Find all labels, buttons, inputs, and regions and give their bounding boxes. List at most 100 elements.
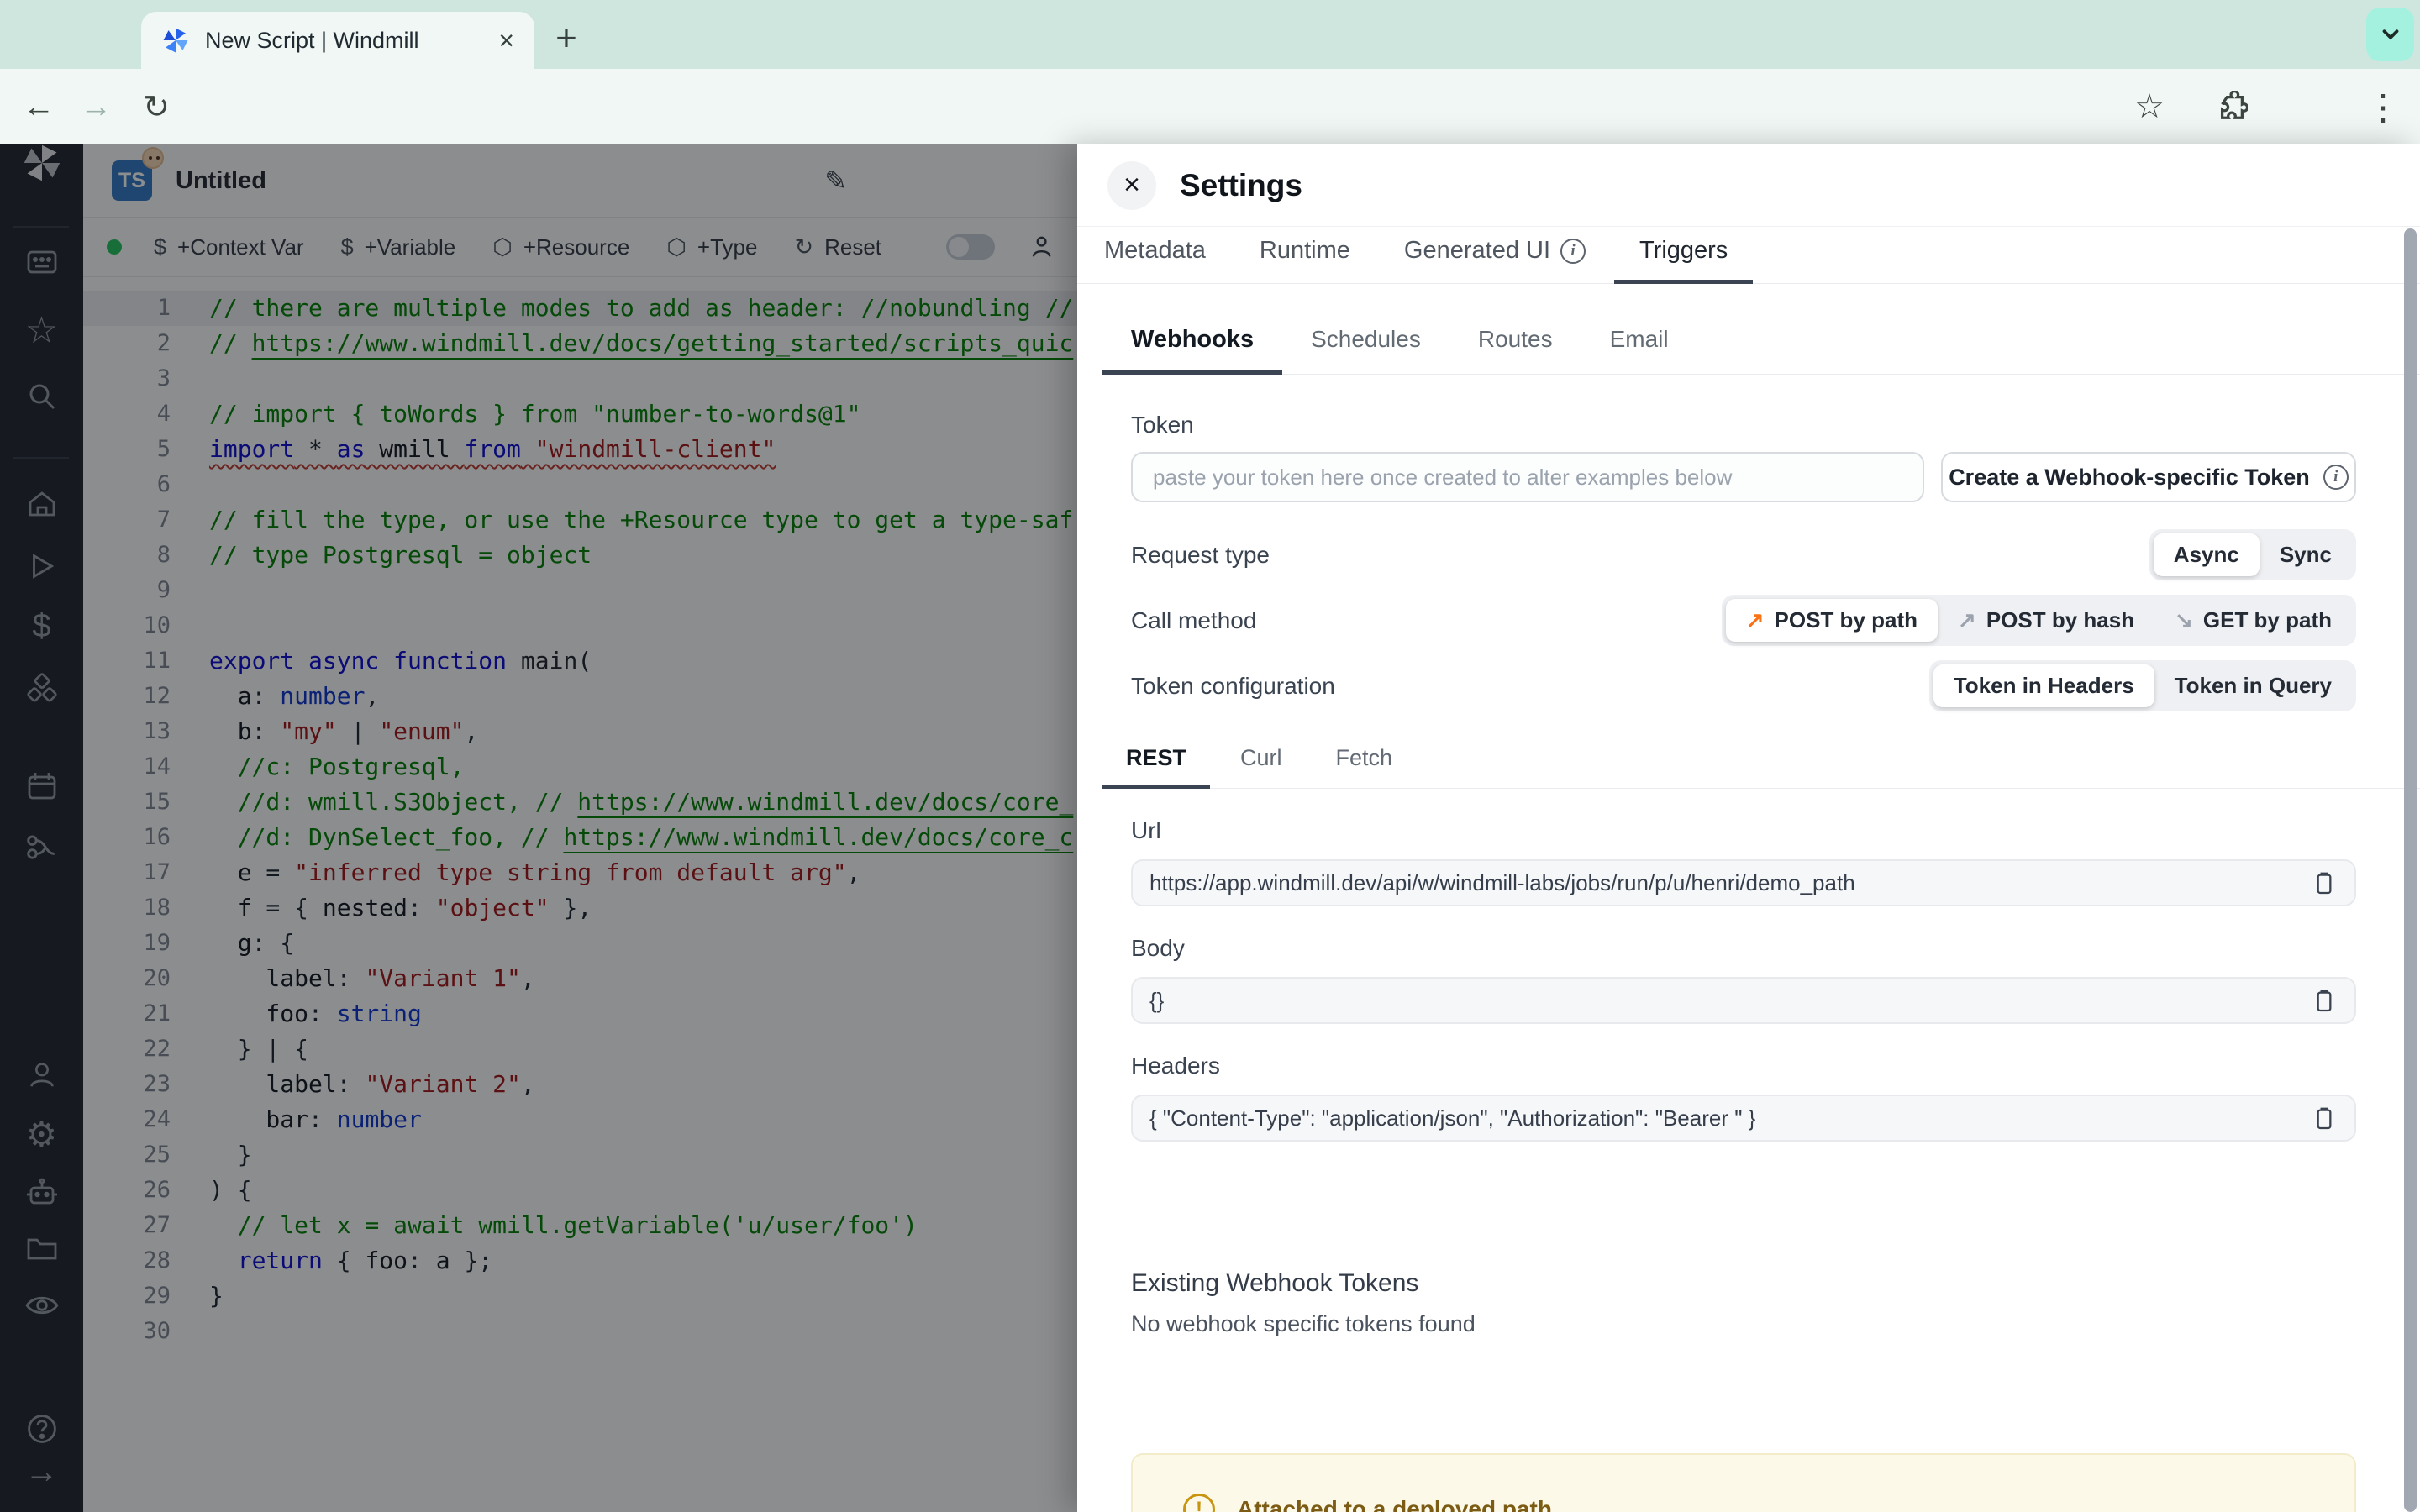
tab-label: Fetch: [1335, 745, 1393, 770]
token-config-toggle: Token in Headers Token in Query: [1928, 660, 2356, 711]
app-frame: ☆ $ ⚙ → TS Untitled ✎ $ +Context Var $ +…: [0, 144, 2420, 1512]
reload-icon[interactable]: ↻: [131, 69, 182, 144]
tab-curl[interactable]: Curl: [1217, 745, 1306, 788]
tab-title: New Script | Windmill: [205, 27, 419, 53]
call-method-row: Call method ↗ POST by path ↗ POST by hash ↘ G…: [1131, 595, 2356, 646]
deployed-path-warning: ! Attached to a deployed path The webhoo…: [1131, 1453, 2356, 1512]
tab-runtime[interactable]: Runtime: [1234, 237, 1376, 283]
tab-metadata[interactable]: Metadata: [1079, 237, 1231, 283]
clipboard-icon[interactable]: [2311, 869, 2338, 896]
tab-close-icon[interactable]: ×: [498, 27, 514, 54]
drawer-title: Settings: [1180, 167, 1302, 202]
segment-label: GET by path: [2202, 607, 2332, 633]
segment-label: Token in Query: [2174, 673, 2332, 698]
segment-label: POST by hash: [1986, 607, 2135, 633]
browser-tabstrip: New Script | Windmill × +: [0, 0, 2420, 69]
field-url[interactable]: https://app.windmill.dev/api/w/windmill-…: [1131, 859, 2356, 906]
arrow-icon: ↘: [2175, 607, 2193, 633]
info-icon: i: [2323, 465, 2349, 490]
field-label-body: Body: [1131, 935, 1185, 961]
subtab-schedules[interactable]: Schedules: [1282, 326, 1449, 374]
segment-token-in-query[interactable]: Token in Query: [2154, 664, 2352, 707]
tab-label: Generated UI: [1403, 237, 1551, 264]
info-icon: i: [1560, 238, 1586, 264]
segment-label: Token in Headers: [1953, 673, 2134, 698]
windmill-favicon-icon: [163, 28, 188, 53]
modal-dim-overlay[interactable]: [0, 144, 1077, 1512]
segment-get-by-path[interactable]: ↘ GET by path: [2154, 599, 2352, 642]
menu-kebab-icon[interactable]: ⋮: [2358, 69, 2408, 144]
tab-triggers[interactable]: Triggers: [1614, 237, 1754, 284]
subtab-webhooks[interactable]: Webhooks: [1102, 326, 1283, 375]
warning-header: ! Attached to a deployed path: [1183, 1494, 2321, 1512]
call-method-label: Call method: [1131, 606, 1257, 633]
drawer-header: × Settings: [1077, 144, 2420, 227]
tab-label: Triggers: [1639, 237, 1728, 264]
segment-post-by-hash[interactable]: ↗ POST by hash: [1938, 599, 2154, 642]
token-config-row: Token configuration Token in Headers Toke…: [1131, 660, 2356, 711]
segment-label: Async: [2173, 542, 2239, 567]
example-code-tabs: REST Curl Fetch: [1102, 745, 2420, 789]
field-headers[interactable]: { "Content-Type": "application/json", "A…: [1131, 1095, 2356, 1142]
token-label: Token: [1131, 412, 1194, 438]
new-tab-button[interactable]: +: [543, 15, 590, 62]
field-value: https://app.windmill.dev/api/w/windmill-…: [1150, 869, 1855, 895]
field-body[interactable]: {}: [1131, 977, 2356, 1024]
token-row: Create a Webhook-specific Token i: [1131, 452, 2356, 502]
subtab-routes[interactable]: Routes: [1449, 326, 1581, 374]
segment-post-by-path[interactable]: ↗ POST by path: [1725, 599, 1939, 642]
field-label-url: Url: [1131, 817, 1161, 843]
clipboard-icon[interactable]: [2311, 987, 2338, 1014]
alert-icon: !: [1183, 1494, 1215, 1512]
back-icon[interactable]: ←: [13, 69, 64, 144]
segment-async[interactable]: Async: [2153, 533, 2260, 576]
tab-search-button[interactable]: [2366, 8, 2414, 61]
subtab-email[interactable]: Email: [1581, 326, 1697, 374]
chevron-down-icon: [2382, 29, 2398, 40]
browser-toolbar: ← → ↻ app.windmill.dev/scripts/add#JTdCJ…: [0, 69, 2420, 202]
request-type-label: Request type: [1131, 541, 1270, 568]
close-icon[interactable]: ×: [1107, 160, 1156, 210]
forward-icon[interactable]: →: [71, 69, 121, 144]
tab-generated-ui[interactable]: Generated UI i: [1379, 237, 1611, 283]
segment-label: POST by path: [1774, 607, 1918, 633]
create-webhook-token-button[interactable]: Create a Webhook-specific Token i: [1941, 452, 2356, 502]
field-value: { "Content-Type": "application/json", "A…: [1150, 1105, 1756, 1131]
tab-label: Schedules: [1311, 326, 1421, 352]
tab-label: Email: [1609, 326, 1669, 352]
token-input[interactable]: [1131, 452, 1924, 502]
field-label-headers: Headers: [1131, 1053, 1220, 1079]
webhook-fields: Url https://app.windmill.dev/api/w/windmi…: [1131, 817, 2356, 1142]
arrow-icon: ↗: [1745, 607, 1765, 633]
existing-tokens-title: Existing Webhook Tokens: [1131, 1269, 1419, 1297]
tab-label: Curl: [1240, 745, 1282, 770]
tab-rest[interactable]: REST: [1102, 745, 1211, 789]
clipboard-icon[interactable]: [2311, 1105, 2338, 1131]
trigger-subtabs: Webhooks Schedules Routes Email: [1102, 326, 2420, 375]
segment-label: Sync: [2279, 542, 2332, 567]
drawer-scroll-area: Webhooks Schedules Routes Email Token Creat…: [1077, 284, 2420, 1512]
token-config-label: Token configuration: [1131, 672, 1335, 699]
warning-title: Attached to a deployed path: [1237, 1496, 1552, 1512]
screen: New Script | Windmill × + ← → ↻ app.wind…: [0, 0, 2420, 1512]
settings-tabs: Metadata Runtime Generated UI i Triggers: [1077, 227, 2420, 284]
bookmark-star-icon[interactable]: ☆: [2124, 69, 2175, 144]
segment-sync[interactable]: Sync: [2260, 533, 2352, 576]
browser-tab[interactable]: New Script | Windmill ×: [141, 12, 534, 69]
tab-label: Runtime: [1259, 237, 1350, 264]
tab-fetch[interactable]: Fetch: [1313, 745, 1417, 788]
tab-label: REST: [1126, 745, 1187, 770]
existing-tokens-empty: No webhook specific tokens found: [1131, 1311, 1476, 1336]
settings-drawer: × Settings Metadata Runtime Generated UI i T…: [1077, 144, 2420, 1512]
segment-token-in-headers[interactable]: Token in Headers: [1933, 664, 2154, 707]
drawer-scrollbar[interactable]: [2404, 228, 2417, 1512]
request-type-toggle: Async Sync: [2149, 529, 2356, 580]
request-type-row: Request type Async Sync: [1131, 529, 2356, 580]
arrow-icon: ↗: [1958, 607, 1976, 633]
create-token-label: Create a Webhook-specific Token: [1949, 464, 2310, 490]
extensions-icon[interactable]: [2207, 69, 2257, 144]
field-value: {}: [1150, 987, 1165, 1013]
tab-label: Metadata: [1104, 237, 1206, 264]
tab-label: Routes: [1477, 326, 1553, 352]
call-method-toggle: ↗ POST by path ↗ POST by hash ↘ GET by path: [1721, 595, 2356, 646]
